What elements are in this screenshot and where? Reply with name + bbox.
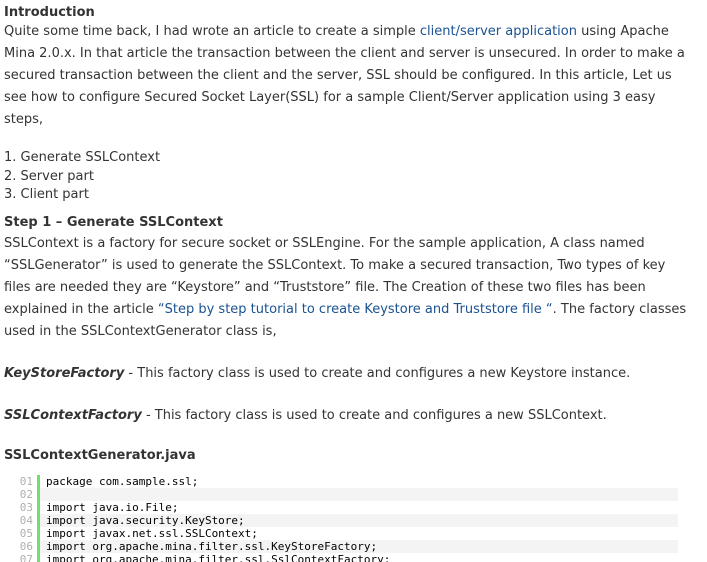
line-number: 05 xyxy=(19,527,33,540)
keystore-tutorial-link[interactable]: “Step by step tutorial to create Keystor… xyxy=(158,302,553,317)
definition-term: SSLContextFactory xyxy=(4,407,142,423)
step1-heading: Step 1 – Generate SSLContext xyxy=(4,214,223,230)
code-text: import java.security.KeyStore; xyxy=(40,514,678,527)
steps-list-item: 3. Client part xyxy=(4,187,89,202)
line-number: 07 xyxy=(19,553,33,562)
code-block: 01 package com.sample.ssl; 02 03 import java… xyxy=(0,475,678,562)
definition-sslcontextfactory: SSLContextFactory - This factory class i… xyxy=(4,405,694,427)
client-server-link[interactable]: client/server application xyxy=(420,24,577,39)
code-line: 04 import java.security.KeyStore; xyxy=(0,514,678,527)
definition-keystorefactory: KeyStoreFactory - This factory class is … xyxy=(4,363,694,385)
line-number: 04 xyxy=(19,514,33,527)
code-line: 01 package com.sample.ssl; xyxy=(0,475,678,488)
file-heading: SSLContextGenerator.java xyxy=(4,447,196,463)
article-body: Introduction Quite some time back, I had… xyxy=(4,4,694,464)
steps-list-item: 2. Server part xyxy=(4,168,94,184)
code-line: 02 xyxy=(0,488,678,501)
line-number: 03 xyxy=(19,501,33,514)
line-number: 01 xyxy=(19,475,33,488)
code-text: import javax.net.ssl.SSLContext; xyxy=(46,527,258,540)
code-line: 07 import org.apache.mina.filter.ssl.SslC… xyxy=(0,553,678,562)
code-text: import org.apache.mina.filter.ssl.SslCon… xyxy=(46,553,391,562)
definition-text: - This factory class is used to create a… xyxy=(141,407,607,423)
code-text xyxy=(40,488,678,501)
definition-text: - This factory class is used to create a… xyxy=(124,365,631,381)
line-number: 06 xyxy=(19,540,33,553)
code-line: 05 import javax.net.ssl.SSLContext; xyxy=(0,527,678,540)
intro-paragraph: Quite some time back, I had wrote an art… xyxy=(4,21,694,131)
steps-list: 1. Generate SSLContext 2. Server part 3.… xyxy=(4,149,694,205)
intro-text-start: Quite some time back, I had wrote an art… xyxy=(4,24,420,39)
code-text: package com.sample.ssl; xyxy=(46,475,199,488)
code-line: 03 import java.io.File; xyxy=(0,501,678,514)
definition-term: KeyStoreFactory xyxy=(4,365,125,381)
step1-paragraph: SSLContext is a factory for secure socke… xyxy=(4,233,694,343)
steps-list-item: 1. Generate SSLContext xyxy=(4,150,161,165)
line-number: 02 xyxy=(19,488,33,501)
code-line: 06 import org.apache.mina.filter.ssl.KeyS… xyxy=(0,540,678,553)
intro-heading: Introduction xyxy=(4,5,95,20)
code-text: import org.apache.mina.filter.ssl.KeySto… xyxy=(40,540,678,553)
intro-text-end: using Apache Mina 2.0.x. In that article… xyxy=(4,24,685,127)
code-text: import java.io.File; xyxy=(46,501,179,514)
